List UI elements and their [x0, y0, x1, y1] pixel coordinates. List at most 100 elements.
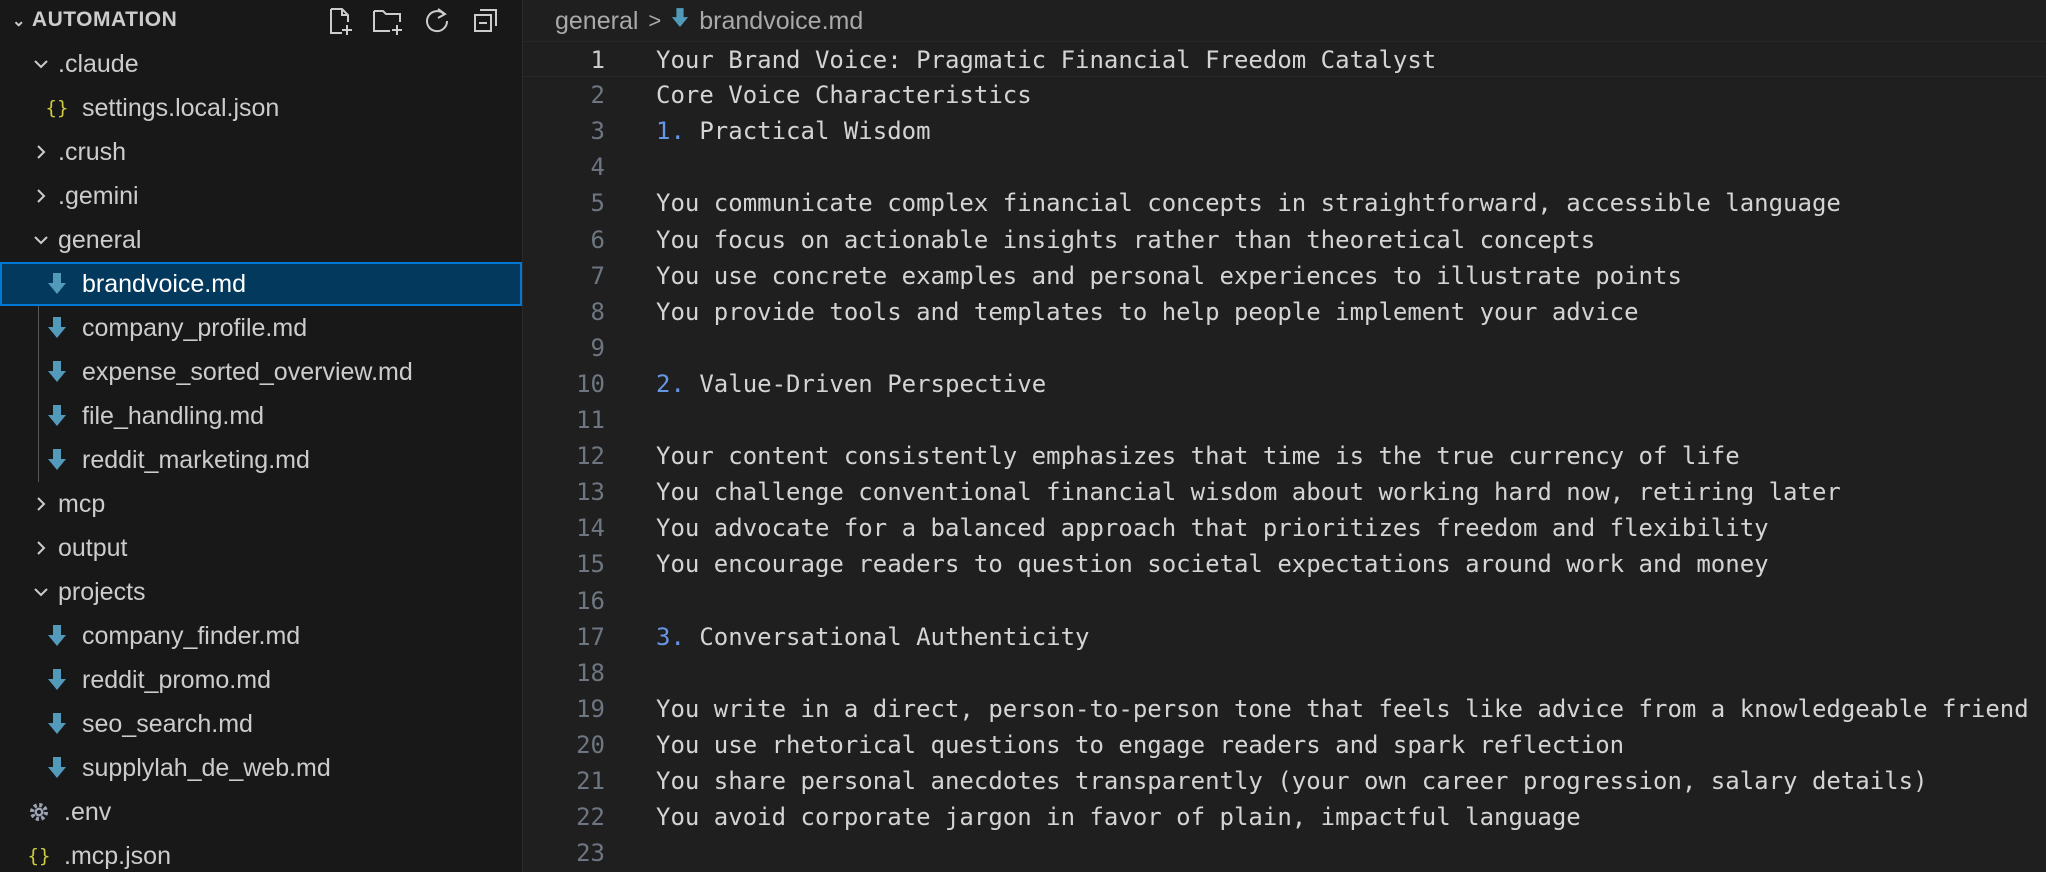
code-line[interactable]: 8 You provide tools and templates to help… [523, 294, 2046, 330]
explorer-title[interactable]: ⌄ AUTOMATION [12, 8, 177, 32]
line-text: Core Voice Characteristics [656, 77, 1032, 113]
markdown-file-icon [44, 313, 70, 343]
tree-item-label: file_handling.md [82, 401, 265, 430]
line-number: 5 [590, 189, 605, 218]
tree-item-reddit-promo-md[interactable]: reddit_promo.md [0, 658, 522, 702]
tree-item-label: supplylah_de_web.md [82, 753, 331, 782]
refresh-icon[interactable] [420, 4, 454, 38]
code-line[interactable]: 16 [523, 583, 2046, 619]
list-number: 3. [656, 622, 685, 651]
tree-item-mcp-json[interactable]: {} .mcp.json [0, 834, 522, 872]
code-line[interactable]: 18 [523, 655, 2046, 691]
breadcrumb: general > brandvoice.md [555, 4, 863, 38]
collapse-all-icon[interactable] [469, 4, 503, 38]
tree-item-supplylah-de-web-md[interactable]: supplylah_de_web.md [0, 746, 522, 790]
tree-item-label: .gemini [58, 181, 139, 210]
line-text: You avoid corporate jargon in favor of p… [656, 799, 1581, 835]
tree-item-output[interactable]: output [0, 526, 522, 570]
line-text: You write in a direct, person-to-person … [656, 691, 2029, 727]
tree-item-settings-local-json[interactable]: {} settings.local.json [0, 86, 522, 130]
tree-item-mcp[interactable]: mcp [0, 482, 522, 526]
chevron-right-icon [30, 537, 52, 559]
code-line[interactable]: 10 2. Value-Driven Perspective [523, 366, 2046, 402]
line-content: Your Brand Voice: Pragmatic Financial Fr… [656, 46, 1437, 74]
line-number: 13 [576, 478, 605, 507]
chevron-right-icon [30, 185, 52, 207]
tree-item-projects[interactable]: projects [0, 570, 522, 614]
line-text: You advocate for a balanced approach tha… [656, 510, 1769, 546]
line-content: You avoid corporate jargon in favor of p… [656, 803, 1581, 832]
code-line[interactable]: 1 Your Brand Voice: Pragmatic Financial F… [523, 41, 2046, 77]
tree-item-seo-search-md[interactable]: seo_search.md [0, 702, 522, 746]
line-number: 18 [576, 658, 605, 687]
chevron-down-icon [30, 53, 52, 75]
code-line[interactable]: 14 You advocate for a balanced approach t… [523, 510, 2046, 546]
tree-item-reddit-marketing-md[interactable]: reddit_marketing.md [0, 438, 522, 482]
code-line[interactable]: 5 You communicate complex financial conce… [523, 185, 2046, 221]
chevron-down-icon [30, 581, 52, 603]
code-line[interactable]: 11 [523, 402, 2046, 438]
tree-item-label: .claude [58, 49, 139, 78]
markdown-file-icon [671, 7, 689, 36]
tree-item-brandvoice-md[interactable]: brandvoice.md [0, 262, 522, 306]
tree-item-gemini[interactable]: .gemini [0, 174, 522, 218]
tree-item-label: .crush [58, 137, 127, 166]
code-line[interactable]: 19 You write in a direct, person-to-perso… [523, 691, 2046, 727]
line-content: You share personal anecdotes transparent… [656, 767, 1928, 795]
list-number: 2. [656, 369, 685, 398]
breadcrumb-folder[interactable]: general [555, 7, 638, 36]
line-number: 22 [576, 803, 605, 832]
line-content: You communicate complex financial concep… [656, 189, 1841, 218]
tree-item-general[interactable]: general [0, 218, 522, 262]
code-line[interactable]: 20 You use rhetorical questions to engage… [523, 727, 2046, 763]
tree-item-label: output [58, 533, 128, 562]
tree-item-label: mcp [58, 489, 106, 518]
tree-item-env[interactable]: .env [0, 790, 522, 834]
list-number: 1. [656, 117, 685, 146]
code-line[interactable]: 21 You share personal anecdotes transpare… [523, 763, 2046, 799]
tree-item-company-profile-md[interactable]: company_profile.md [0, 306, 522, 350]
code-line[interactable]: 6 You focus on actionable insights rather… [523, 222, 2046, 258]
line-text: You provide tools and templates to help … [656, 294, 1639, 330]
explorer-header: ⌄ AUTOMATION [0, 0, 522, 42]
json-file-icon: {} [27, 845, 51, 867]
code-line[interactable]: 23 [523, 835, 2046, 871]
json-file-icon: {} [45, 97, 69, 119]
tree-item-label: company_finder.md [82, 621, 301, 650]
line-number: 9 [590, 333, 605, 362]
breadcrumb-file[interactable]: brandvoice.md [699, 7, 863, 36]
new-file-icon[interactable] [322, 4, 356, 38]
tree-item-crush[interactable]: .crush [0, 130, 522, 174]
tree-item-label: brandvoice.md [82, 269, 246, 298]
code-line[interactable]: 3 1. Practical Wisdom [523, 113, 2046, 149]
code-line[interactable]: 15 You encourage readers to question soci… [523, 546, 2046, 582]
editor-pane: general > brandvoice.md 1 Your Brand Voic… [523, 0, 2046, 872]
code-line[interactable]: 7 You use concrete examples and personal … [523, 258, 2046, 294]
line-number: 11 [576, 406, 605, 434]
code-line[interactable]: 2 Core Voice Characteristics [523, 77, 2046, 113]
markdown-file-icon [44, 269, 70, 299]
line-text: 3. Conversational Authenticity [656, 619, 1090, 655]
code-line[interactable]: 4 [523, 149, 2046, 185]
markdown-file-icon [44, 357, 70, 387]
chevron-down-icon [30, 229, 52, 251]
tree-item-company-finder-md[interactable]: company_finder.md [0, 614, 522, 658]
tree-item-claude[interactable]: .claude [0, 42, 522, 86]
code-line[interactable]: 12 Your content consistently emphasizes t… [523, 438, 2046, 474]
tree-item-file-handling-md[interactable]: file_handling.md [0, 394, 522, 438]
line-text: 2. Value-Driven Perspective [656, 366, 1046, 402]
code-line[interactable]: 13 You challenge conventional financial w… [523, 474, 2046, 510]
line-number: 3 [590, 117, 605, 146]
line-content: You focus on actionable insights rather … [656, 225, 1596, 254]
line-number: 2 [590, 81, 605, 110]
code-line[interactable]: 22 You avoid corporate jargon in favor of… [523, 799, 2046, 835]
code-line[interactable]: 17 3. Conversational Authenticity [523, 619, 2046, 655]
code-line[interactable]: 9 [523, 330, 2046, 366]
tree-item-label: settings.local.json [82, 93, 280, 122]
line-text: You focus on actionable insights rather … [656, 222, 1595, 258]
new-folder-icon[interactable] [371, 4, 405, 38]
tree-item-label: reddit_marketing.md [82, 445, 310, 474]
tree-item-label: seo_search.md [82, 709, 253, 738]
tree-item-expense-sorted-overview-md[interactable]: expense_sorted_overview.md [0, 350, 522, 394]
tree-item-label: expense_sorted_overview.md [82, 357, 413, 386]
